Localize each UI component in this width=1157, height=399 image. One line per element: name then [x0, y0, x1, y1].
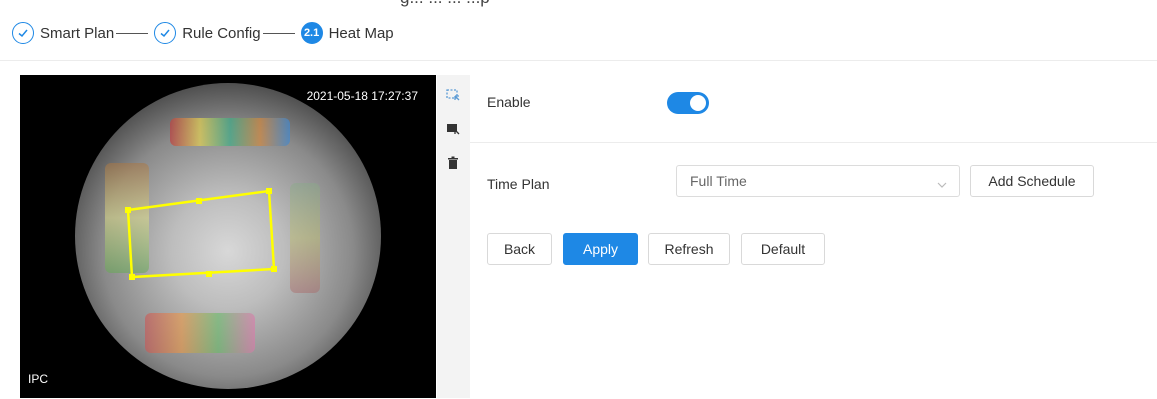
- row-divider: [470, 142, 1157, 143]
- clear-area-icon[interactable]: [445, 121, 461, 137]
- step-label: Rule Config: [182, 24, 261, 42]
- trash-icon[interactable]: [445, 155, 461, 171]
- step-connector: [262, 32, 295, 34]
- header-cutoff-text: g... ... ... ...p: [400, 0, 490, 8]
- video-preview[interactable]: 2021-05-18 17:27:37 IPC: [20, 75, 436, 398]
- step-smart-plan[interactable]: Smart Plan: [12, 22, 114, 44]
- step-label: Smart Plan: [40, 24, 115, 42]
- video-timestamp: 2021-05-18 17:27:37: [306, 89, 418, 103]
- time-plan-select[interactable]: Full Time: [676, 165, 960, 197]
- time-plan-label: Time Plan: [487, 176, 550, 192]
- enable-toggle[interactable]: [667, 92, 709, 114]
- toggle-knob: [690, 95, 706, 111]
- add-schedule-button[interactable]: Add Schedule: [970, 165, 1094, 197]
- draw-area-icon[interactable]: [445, 87, 461, 103]
- default-button[interactable]: Default: [741, 233, 825, 265]
- time-plan-value: Full Time: [690, 173, 747, 189]
- refresh-button[interactable]: Refresh: [648, 233, 730, 265]
- step-number-badge: 2.1: [300, 22, 323, 44]
- chevron-down-icon: [937, 176, 947, 194]
- back-button[interactable]: Back: [487, 233, 552, 265]
- apply-button[interactable]: Apply: [563, 233, 638, 265]
- step-label: Heat Map: [328, 24, 394, 42]
- check-icon: [154, 22, 177, 44]
- header-divider: [0, 60, 1157, 61]
- step-connector: [116, 32, 149, 34]
- roi-box[interactable]: [20, 75, 436, 398]
- step-indicator: Smart Plan Rule Config 2.1 Heat Map: [12, 16, 394, 50]
- drawing-toolbar: [437, 75, 470, 398]
- step-rule-config[interactable]: Rule Config: [154, 22, 261, 44]
- channel-label: IPC: [28, 372, 49, 386]
- step-heat-map[interactable]: 2.1 Heat Map: [300, 22, 394, 44]
- header-cutoff: g... ... ... ...p: [0, 0, 1157, 9]
- enable-label: Enable: [487, 94, 531, 110]
- check-icon: [12, 22, 34, 44]
